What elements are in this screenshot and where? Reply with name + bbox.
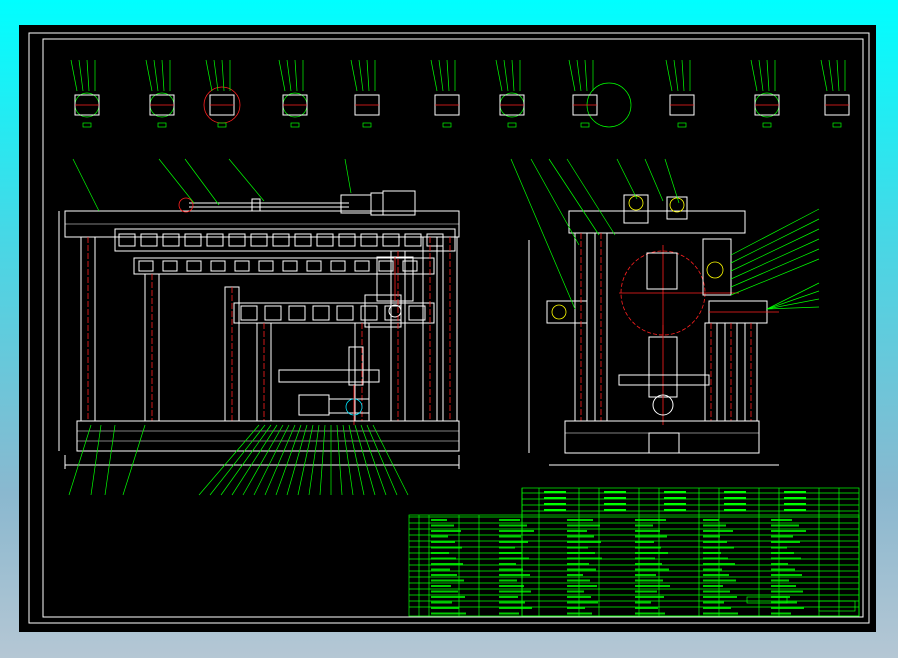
- cad-viewport[interactable]: [19, 25, 876, 632]
- cad-drawing-sheet: [28, 32, 870, 624]
- detail-view: [568, 59, 632, 128]
- side-view: [510, 158, 820, 466]
- detail-view: [750, 59, 780, 128]
- detail-view: [203, 59, 241, 128]
- front-view: [58, 158, 460, 496]
- bom-table: [408, 487, 860, 617]
- detail-view: [350, 59, 380, 128]
- detail-views-row: [70, 59, 850, 128]
- detail-view: [145, 59, 175, 128]
- detail-view: [70, 59, 100, 128]
- detail-view: [665, 59, 695, 128]
- sheet-outer-border: [28, 32, 870, 624]
- detail-view: [495, 59, 525, 128]
- detail-view: [430, 59, 460, 128]
- detail-view: [820, 59, 850, 128]
- detail-view: [278, 59, 308, 128]
